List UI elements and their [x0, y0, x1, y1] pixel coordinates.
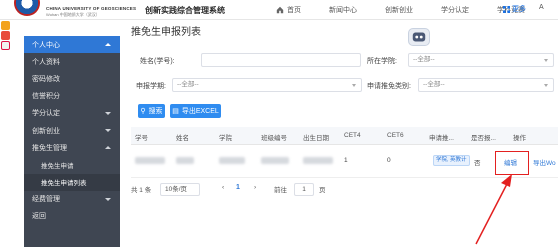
message-shortcut-icon[interactable]: [1, 31, 10, 40]
category-tag: 学院, 英教计: [433, 155, 470, 166]
term-label: 申报学期:: [136, 83, 166, 90]
search-button-label: 搜索: [148, 108, 163, 115]
sidebar-item-label: 个人中心: [32, 41, 60, 49]
prev-page-icon[interactable]: ‹: [222, 184, 224, 191]
term-select[interactable]: --全部--: [172, 78, 362, 92]
column-header: 学院: [219, 135, 232, 142]
sidebar-item-label: 经费管理: [32, 196, 60, 204]
chevron-up-icon: [105, 146, 111, 150]
sidebar-item-recommendation-apply[interactable]: 推免生申请: [24, 156, 120, 173]
home-icon: [276, 6, 284, 14]
home-shortcut-icon[interactable]: [1, 21, 10, 30]
sidebar-item-label: 创新创业: [32, 127, 60, 135]
sidebar-item-funding[interactable]: 经费管理: [24, 191, 120, 208]
nav-innovation-label: 创新创业: [385, 7, 413, 14]
pagination-total: 共 1 条: [131, 187, 152, 194]
nav-credit-label: 学分认定: [441, 7, 469, 14]
category-select[interactable]: --全部--: [418, 78, 554, 92]
page-title: 推免生申报列表: [131, 27, 201, 38]
redacted-name: [176, 157, 194, 164]
column-header: 班级编号: [261, 135, 287, 142]
next-page-icon[interactable]: ›: [254, 184, 256, 191]
nav-home[interactable]: 首页: [276, 5, 301, 15]
sidebar: 个人中心 个人资料 密码修改 信誉积分 学分认定 创新创业 推免生管理 推免生申…: [24, 36, 120, 247]
name-input[interactable]: [201, 53, 361, 67]
sidebar-item-credit-recognition[interactable]: 学分认定: [24, 105, 120, 122]
redacted-class-id: [261, 157, 289, 164]
export-button-label: 导出EXCEL: [181, 108, 219, 115]
nav-credit[interactable]: 学分认定: [441, 5, 469, 15]
chevron-up-icon: [105, 43, 111, 46]
nav-news-label: 新闻中心: [329, 7, 357, 14]
name-label: 姓名(学号):: [140, 58, 175, 65]
logo-text-cn: Wuhan 中国地质大学（武汉）: [46, 12, 100, 17]
export-excel-button[interactable]: ▤ 导出EXCEL: [170, 104, 221, 118]
sidebar-item-label: 推免生申请列表: [41, 180, 87, 188]
column-header: CET4: [344, 132, 361, 139]
sidebar-item-innovation[interactable]: 创新创业: [24, 122, 120, 139]
nav-news[interactable]: 新闻中心: [329, 5, 357, 15]
red-arrow-annotation: [475, 174, 512, 245]
sidebar-item-label: 密码修改: [32, 75, 60, 83]
grid-icon: [503, 5, 510, 13]
sidebar-item-recommendation-list[interactable]: 推免生申请列表: [24, 173, 120, 191]
cell-cet6: 0: [387, 157, 391, 164]
sidebar-item-label: 返回: [32, 213, 46, 221]
sidebar-item-profile[interactable]: 个人资料: [24, 53, 120, 70]
sidebar-item-back[interactable]: 返回: [24, 208, 120, 225]
sidebar-item-recommendation-mgmt[interactable]: 推免生管理: [24, 139, 120, 156]
nav-innovation[interactable]: 创新创业: [385, 5, 413, 15]
top-header: CHINA UNIVERSITY OF GEOSCIENCES Wuhan 中国…: [0, 0, 558, 20]
sidebar-item-personal-center[interactable]: 个人中心: [24, 36, 120, 54]
current-page[interactable]: 1: [236, 184, 240, 191]
column-header: 操作: [513, 135, 526, 142]
column-header: 是否报...: [471, 135, 496, 142]
goto-label: 前往: [274, 187, 287, 194]
nav-home-label: 首页: [287, 7, 301, 14]
table-header: 学号 姓名 学院 班级编号 出生日期 CET4 CET6 申请推... 是否报.…: [131, 127, 558, 145]
sidebar-item-credit-score[interactable]: 信誉积分: [24, 88, 120, 105]
chevron-down-icon: [105, 128, 111, 132]
redacted-student-id: [135, 157, 165, 164]
cell-reported: 否: [474, 160, 481, 167]
settings-shortcut-icon[interactable]: [1, 41, 10, 50]
college-label: 所在学院:: [367, 58, 397, 65]
system-title: 创新实践综合管理系统: [145, 6, 225, 15]
column-header: 学号: [135, 135, 148, 142]
export-word-link[interactable]: 导出Wo: [533, 157, 556, 167]
column-header: 申请推...: [429, 135, 454, 142]
column-header: 出生日期: [303, 135, 329, 142]
sidebar-item-label: 推免生管理: [32, 144, 67, 152]
college-select[interactable]: --全部--: [408, 53, 554, 67]
redacted-college: [219, 157, 245, 164]
sidebar-item-label: 个人资料: [32, 58, 60, 66]
nav-more[interactable]: 更多: [503, 4, 526, 14]
user-menu[interactable]: A: [539, 4, 544, 11]
sidebar-item-password[interactable]: 密码修改: [24, 70, 120, 87]
goto-page-input[interactable]: 1: [294, 183, 314, 196]
search-button[interactable]: ⚲ 搜索: [138, 104, 165, 118]
export-icon: ▤: [172, 108, 179, 115]
category-label: 申请推免类别:: [367, 83, 411, 90]
assistant-robot-icon[interactable]: [408, 28, 430, 46]
nav-more-label: 更多: [512, 6, 526, 13]
left-icon-strip: [0, 20, 11, 50]
chevron-down-icon: [105, 197, 111, 201]
search-icon: ⚲: [140, 108, 146, 115]
sidebar-item-label: 学分认定: [32, 110, 60, 118]
column-header: CET6: [387, 132, 404, 139]
redacted-birth-date: [303, 157, 333, 164]
cell-cet4: 1: [344, 157, 348, 164]
robot-face-icon: [412, 32, 426, 42]
university-logo[interactable]: [14, 0, 40, 16]
page-size-select[interactable]: 10条/页: [160, 183, 200, 196]
column-header: 姓名: [176, 135, 189, 142]
logo-text-en: CHINA UNIVERSITY OF GEOSCIENCES: [46, 6, 137, 11]
page-unit: 页: [319, 187, 326, 194]
sidebar-item-label: 信誉积分: [32, 93, 60, 101]
sidebar-item-label: 推免生申请: [41, 162, 74, 170]
chevron-down-icon: [105, 111, 111, 115]
